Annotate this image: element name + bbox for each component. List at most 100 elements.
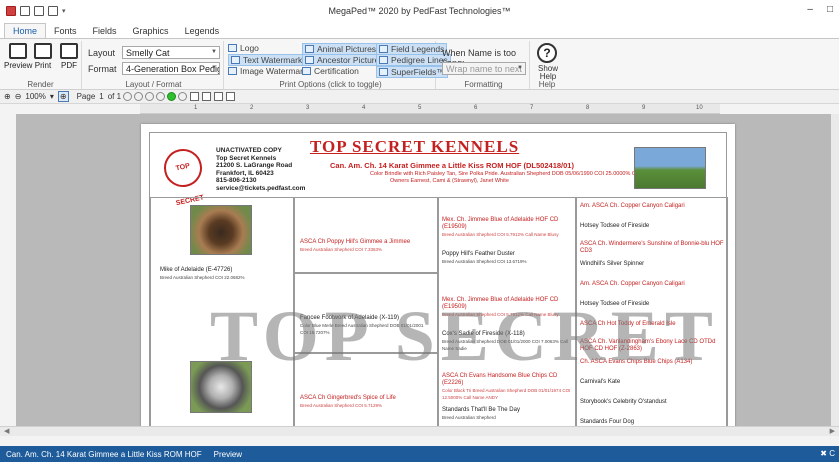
print-options-group: Logo Text Watermark Image Watermark Anim… bbox=[226, 41, 451, 89]
preview-button[interactable]: Preview bbox=[4, 43, 32, 70]
tab-legends[interactable]: Legends bbox=[177, 24, 228, 38]
ancestor-pictures-toggle[interactable]: Ancestor Pictures bbox=[302, 54, 387, 66]
print-button[interactable]: Print bbox=[34, 43, 52, 70]
stop-icon[interactable] bbox=[178, 92, 188, 101]
status-bar: Can. Am. Ch. 14 Karat Gimmee a Little Ki… bbox=[0, 446, 839, 462]
tab-fields[interactable]: Fields bbox=[85, 24, 125, 38]
ruler-mark: 6 bbox=[474, 105, 478, 111]
dam-photo bbox=[190, 361, 252, 413]
gen2-cell bbox=[294, 353, 438, 426]
text-watermark-icon bbox=[231, 56, 240, 64]
gen4-entry: Hotsey Todsee of Fireside bbox=[580, 223, 650, 229]
gen2-entry: ASCA Ch Gingerbred's Spice of Life Breed… bbox=[300, 395, 432, 409]
chevron-down-icon: ▼ bbox=[211, 49, 217, 55]
zoom-out-button[interactable]: ⊖ bbox=[15, 92, 22, 101]
first-page-icon[interactable] bbox=[123, 92, 133, 101]
next-page-icon[interactable] bbox=[145, 92, 155, 101]
four-page-icon[interactable] bbox=[214, 92, 224, 101]
maximize-button[interactable]: □ bbox=[827, 4, 833, 15]
zoom-icon[interactable]: ⊕ bbox=[4, 92, 11, 101]
scroll-left-icon[interactable]: ◀ bbox=[4, 427, 9, 435]
vertical-scrollbar[interactable] bbox=[831, 114, 839, 426]
page-of-label: of 1 bbox=[107, 92, 122, 101]
refresh-icon[interactable] bbox=[167, 92, 177, 101]
certification-icon bbox=[302, 67, 311, 75]
zoom-level[interactable]: 100% bbox=[25, 92, 45, 101]
logo-toggle[interactable]: Logo bbox=[228, 43, 259, 53]
subject-name: Can. Am. Ch. 14 Karat Gimmee a Little Ki… bbox=[330, 161, 574, 170]
tab-fonts[interactable]: Fonts bbox=[46, 24, 85, 38]
pdf-button[interactable]: PDF bbox=[60, 43, 78, 70]
preview-icon[interactable] bbox=[48, 6, 58, 16]
gen4-entry: Am. ASCA Ch. Copper Canyon Caligari bbox=[580, 281, 685, 287]
help-icon[interactable]: ? bbox=[537, 43, 557, 63]
app-icon bbox=[6, 6, 16, 16]
zoom-dropdown-icon[interactable]: ▾ bbox=[50, 92, 54, 101]
status-mode: Preview bbox=[213, 449, 243, 459]
tab-graphics[interactable]: Graphics bbox=[125, 24, 177, 38]
single-page-icon[interactable] bbox=[190, 92, 200, 101]
ancestor-detail: Breed Australian Shepherd COI 5.7912% Ca… bbox=[442, 312, 559, 317]
superfields-icon bbox=[379, 68, 388, 76]
ancestor-name: Fancee Footwork of Adelaide (X-119) bbox=[300, 315, 399, 321]
gen4-entry: Am. ASCA Ch. Copper Canyon Caligari bbox=[580, 203, 685, 209]
two-page-icon[interactable] bbox=[202, 92, 212, 101]
ancestor-name: ASCA Ch Poppy Hill's Gimmee a Jimmee bbox=[300, 239, 411, 245]
minimize-button[interactable]: – bbox=[807, 4, 813, 15]
window-controls: – □ bbox=[807, 4, 833, 15]
print-options-group-label: Print Options (click to toggle) bbox=[279, 80, 382, 89]
animal-picture-icon bbox=[305, 45, 314, 53]
subject-detail: Color Brindle with Rich Paisley Tan, Sir… bbox=[370, 171, 673, 177]
gen4-entry: Hotsey Todsee of Fireside bbox=[580, 301, 650, 307]
page-input[interactable]: 1 bbox=[99, 92, 103, 101]
image-watermark-toggle[interactable]: Image Watermark bbox=[228, 66, 307, 76]
format-select[interactable]: 4-Generation Box Pedigree, ▼ bbox=[122, 62, 220, 75]
preview-canvas[interactable]: TOP SECRET UNACTIVATED COPY Top Secret K… bbox=[16, 114, 839, 426]
status-subject: Can. Am. Ch. 14 Karat Gimmee a Little Ki… bbox=[6, 449, 202, 459]
certification-toggle[interactable]: Certification bbox=[302, 66, 359, 76]
ancestor-detail: Breed Australian Shepherd COI 7.3363% bbox=[300, 247, 383, 252]
new-icon[interactable] bbox=[20, 6, 30, 16]
zoom-in-button[interactable]: ⊕ bbox=[57, 91, 69, 102]
status-close[interactable]: ✖ C bbox=[820, 449, 835, 458]
gen4-entry: Windhill's Silver Spinner bbox=[580, 261, 645, 267]
subject-photo bbox=[634, 147, 706, 189]
gen3-entry: Standards That'll Be The Day Breed Austr… bbox=[442, 407, 574, 421]
text-watermark-toggle[interactable]: Text Watermark bbox=[228, 54, 306, 66]
horizontal-scrollbar[interactable]: ◀ ▶ bbox=[0, 426, 839, 436]
gen4-entry: ASCA Ch. Vanlandingham's Ebony Lace CD O… bbox=[580, 339, 716, 352]
customize-caret-icon[interactable]: ▾ bbox=[62, 7, 66, 15]
logo-icon bbox=[228, 44, 237, 52]
prev-page-icon[interactable] bbox=[134, 92, 144, 101]
last-page-icon[interactable] bbox=[156, 92, 166, 101]
kennel-line: 815-806-2130 bbox=[216, 177, 257, 184]
format-label: Format bbox=[88, 64, 117, 74]
show-help-button[interactable]: Show Help bbox=[534, 65, 562, 81]
preview-toolbar: ⊕ ⊖ 100% ▾ ⊕ Page 1 of 1 bbox=[0, 90, 839, 104]
ruler-mark: 3 bbox=[306, 105, 310, 111]
tab-home[interactable]: Home bbox=[4, 23, 47, 38]
gen3-entry: Mex. Ch. Jimmee Blue of Adelaide HOF CD … bbox=[442, 217, 574, 238]
ancestor-detail: Breed Australian Shepherd COI 22.0682% bbox=[160, 275, 245, 280]
ruler-mark: 4 bbox=[362, 105, 366, 111]
gen4-entry: Carnival's Kate bbox=[580, 379, 621, 385]
print-icon[interactable] bbox=[34, 6, 44, 16]
ancestor-detail: Breed Australian Shepherd COI 5.7129% bbox=[300, 403, 383, 408]
gen2-cell bbox=[294, 273, 438, 353]
help-group-label: Help bbox=[538, 80, 556, 89]
pedigree-page: TOP SECRET UNACTIVATED COPY Top Secret K… bbox=[141, 124, 735, 426]
gen3-entry: Poppy Hill's Feather Duster Breed Austra… bbox=[442, 251, 574, 265]
chevron-down-icon: ▼ bbox=[517, 65, 523, 71]
multi-page-icon[interactable] bbox=[226, 92, 236, 101]
ruler-mark: 9 bbox=[642, 105, 646, 111]
scroll-right-icon[interactable]: ▶ bbox=[830, 427, 835, 435]
layout-select[interactable]: Smelly Cat ▼ bbox=[122, 46, 220, 59]
ancestor-name: Poppy Hill's Feather Duster bbox=[442, 251, 515, 257]
gen4-column bbox=[576, 197, 728, 426]
name-wrap-select[interactable]: Wrap name to next line ▼ bbox=[442, 62, 526, 75]
gen2-entry: ASCA Ch Poppy Hill's Gimmee a Jimmee Bre… bbox=[300, 239, 432, 253]
quick-access-toolbar: ▾ bbox=[6, 6, 66, 16]
chevron-down-icon: ▼ bbox=[211, 65, 217, 71]
layout-format-group-label: Layout / Format bbox=[125, 80, 182, 89]
horizontal-ruler: 1 2 3 4 5 6 7 8 9 10 bbox=[140, 104, 720, 114]
